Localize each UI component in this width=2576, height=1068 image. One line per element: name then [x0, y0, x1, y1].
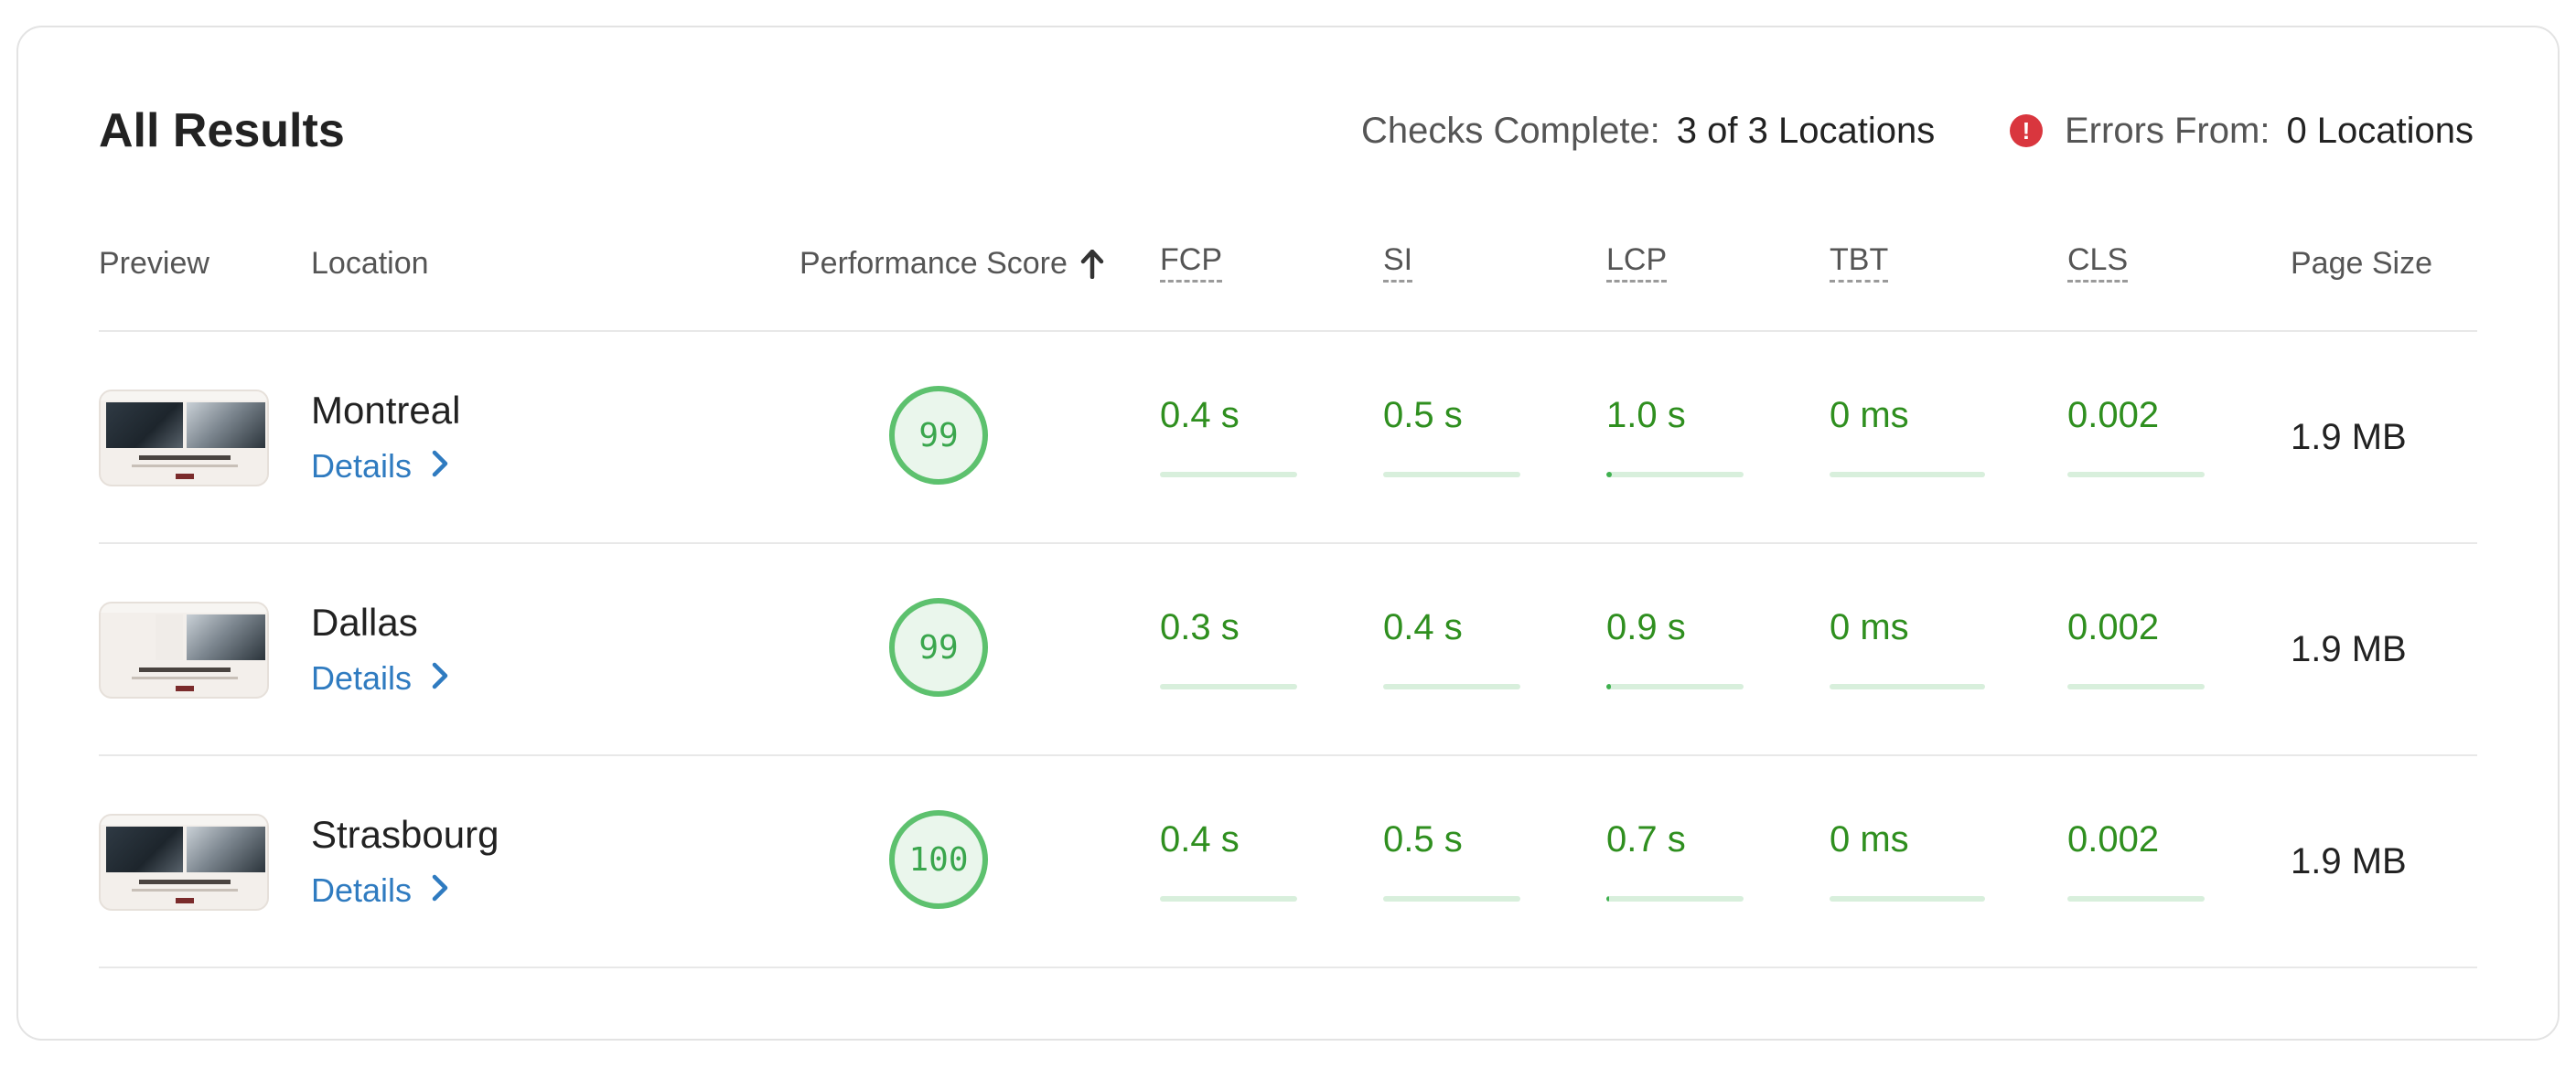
- location-name: Dallas: [311, 601, 418, 644]
- lcp-bar: [1606, 684, 1744, 689]
- column-header-preview: Preview: [99, 246, 209, 281]
- fcp-bar: [1160, 472, 1297, 477]
- checks-complete-value: 3 of 3 Locations: [1676, 111, 1936, 151]
- si-value: 0.4 s: [1383, 607, 1463, 647]
- tbt-bar: [1830, 896, 1985, 902]
- page-title: All Results: [99, 104, 345, 157]
- fcp-value: 0.4 s: [1160, 819, 1240, 860]
- errors-value: 0 Locations: [2286, 111, 2474, 151]
- location-name: Montreal: [311, 389, 461, 432]
- location-name: Strasbourg: [311, 813, 499, 856]
- column-header-si[interactable]: SI: [1383, 240, 1413, 283]
- fcp-bar: [1160, 896, 1297, 902]
- table-row: Montreal Details 99 0.4 s 0.5 s 1.0 s 0 …: [99, 331, 2477, 541]
- tbt-value: 0 ms: [1830, 395, 1909, 435]
- cls-value: 0.002: [2067, 607, 2160, 647]
- page-size-value: 1.9 MB: [2291, 629, 2407, 669]
- si-bar: [1383, 684, 1520, 689]
- fcp-bar: [1160, 684, 1297, 689]
- si-value: 0.5 s: [1383, 819, 1463, 860]
- row-divider: [99, 967, 2477, 968]
- checks-complete-summary: Checks Complete: 3 of 3 Locations: [1361, 107, 1935, 155]
- arrow-up-icon[interactable]: [1080, 245, 1104, 293]
- column-header-tbt[interactable]: TBT: [1830, 240, 1889, 283]
- tbt-bar: [1830, 684, 1985, 689]
- details-link[interactable]: Details: [311, 444, 448, 488]
- lcp-bar: [1606, 472, 1744, 477]
- page-size-value: 1.9 MB: [2291, 841, 2407, 881]
- tbt-value: 0 ms: [1830, 607, 1909, 647]
- lcp-value: 0.7 s: [1606, 819, 1686, 860]
- cls-value: 0.002: [2067, 819, 2160, 860]
- preview-thumbnail[interactable]: [99, 390, 269, 486]
- table-row: Strasbourg Details 100 0.4 s 0.5 s 0.7 s…: [99, 755, 2477, 966]
- details-label: Details: [311, 447, 413, 485]
- si-value: 0.5 s: [1383, 395, 1463, 435]
- fcp-value: 0.4 s: [1160, 395, 1240, 435]
- column-header-cls[interactable]: CLS: [2067, 240, 2129, 283]
- details-link[interactable]: Details: [311, 869, 448, 913]
- performance-score-badge: 100: [889, 810, 988, 909]
- cls-bar: [2067, 896, 2205, 902]
- cls-bar: [2067, 684, 2205, 689]
- page-size-value: 1.9 MB: [2291, 417, 2407, 457]
- chevron-right-icon: [432, 444, 448, 488]
- column-header-lcp[interactable]: LCP: [1606, 240, 1668, 283]
- chevron-right-icon: [432, 869, 448, 913]
- alert-circle-icon: !: [2010, 114, 2043, 147]
- checks-complete-label: Checks Complete:: [1361, 111, 1660, 151]
- preview-thumbnail[interactable]: [99, 602, 269, 699]
- errors-label: Errors From:: [2065, 111, 2270, 151]
- lcp-value: 0.9 s: [1606, 607, 1686, 647]
- details-link[interactable]: Details: [311, 657, 448, 700]
- lcp-bar-fill: [1606, 684, 1611, 689]
- details-label: Details: [311, 871, 413, 909]
- column-header-location[interactable]: Location: [311, 240, 429, 287]
- lcp-value: 1.0 s: [1606, 395, 1686, 435]
- tbt-value: 0 ms: [1830, 819, 1909, 860]
- si-bar: [1383, 896, 1520, 902]
- fcp-value: 0.3 s: [1160, 607, 1240, 647]
- performance-score-badge: 99: [889, 598, 988, 697]
- column-header-performance-label: Performance Score: [800, 246, 1068, 281]
- cls-bar: [2067, 472, 2205, 477]
- lcp-bar: [1606, 896, 1744, 902]
- lcp-bar-fill: [1606, 896, 1609, 902]
- lcp-bar-fill: [1606, 472, 1612, 477]
- si-bar: [1383, 472, 1520, 477]
- performance-score-badge: 99: [889, 386, 988, 485]
- column-header-performance[interactable]: Performance Score: [800, 240, 1104, 293]
- details-label: Details: [311, 659, 413, 697]
- column-header-fcp[interactable]: FCP: [1160, 240, 1222, 283]
- column-header-page-size[interactable]: Page Size: [2291, 240, 2432, 287]
- table-row: Dallas Details 99 0.3 s 0.4 s 0.9 s 0 ms…: [99, 543, 2477, 753]
- chevron-right-icon: [432, 657, 448, 700]
- errors-summary: ! Errors From: 0 Locations: [2010, 107, 2474, 155]
- preview-thumbnail[interactable]: [99, 814, 269, 911]
- cls-value: 0.002: [2067, 395, 2160, 435]
- tbt-bar: [1830, 472, 1985, 477]
